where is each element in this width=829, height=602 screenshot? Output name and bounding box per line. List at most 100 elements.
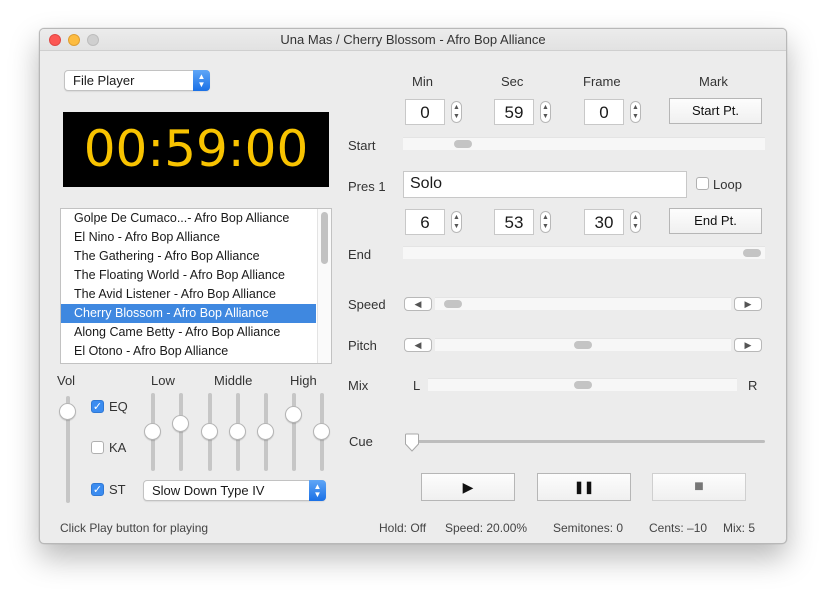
speed-status: Speed: 20.00% (445, 521, 528, 535)
speed-increase-button[interactable]: ▶ (734, 297, 762, 311)
mix-slider-thumb[interactable] (573, 381, 592, 389)
end-label: End (348, 247, 372, 262)
mode-selector-value: Slow Down Type IV (152, 483, 265, 498)
preset-label: Pres 1 (348, 179, 386, 194)
play-icon: ▶ (462, 479, 474, 495)
frame-header: Frame (583, 74, 621, 89)
playlist-item[interactable]: Cherry Blossom - Afro Bop Alliance (61, 304, 316, 323)
speed-slider-thumb[interactable] (444, 300, 463, 308)
mode-selector[interactable]: Slow Down Type IV ▲ ▼ (143, 480, 326, 501)
playlist-item[interactable]: El Otono - Afro Bop Alliance (61, 342, 316, 361)
cue-slider-knob[interactable] (404, 433, 420, 453)
eq-high-label: High (290, 373, 317, 388)
speed-decrease-button[interactable]: ◀ (404, 297, 432, 311)
mix-left-label: L (413, 378, 421, 393)
start-position-track[interactable] (403, 137, 765, 150)
stop-icon: ■ (694, 478, 704, 495)
start-frame-field[interactable]: 0 (584, 99, 624, 125)
pitch-decrease-button[interactable]: ◀ (404, 338, 432, 352)
status-message: Click Play button for playing (60, 521, 209, 535)
app-window: Una Mas / Cherry Blossom - Afro Bop Alli… (39, 28, 787, 544)
st-checkbox[interactable]: ✓ (91, 483, 104, 496)
sec-header: Sec (501, 74, 524, 89)
pitch-slider-track[interactable] (435, 338, 731, 351)
start-min-stepper[interactable]: ▲ ▼ (451, 101, 462, 123)
eq-low-label: Low (151, 373, 175, 388)
pause-button[interactable]: ❚❚ (537, 473, 631, 501)
start-sec-stepper[interactable]: ▲ ▼ (540, 101, 551, 123)
ka-checkbox[interactable] (91, 441, 104, 454)
end-frame-field[interactable]: 30 (584, 209, 624, 235)
end-sec-stepper[interactable]: ▲ ▼ (540, 211, 551, 233)
pitch-increase-button[interactable]: ▶ (734, 338, 762, 352)
playlist-item[interactable]: The Avid Listener - Afro Bop Alliance (61, 285, 316, 304)
loop-checkbox-label: Loop (713, 177, 742, 192)
updown-chevron-icon: ▲ ▼ (193, 70, 210, 91)
eq-band-slider-knob[interactable] (257, 423, 274, 440)
vol-slider-knob[interactable] (59, 403, 76, 421)
eq-band-slider-track[interactable] (292, 393, 296, 471)
start-position-thumb[interactable] (454, 140, 473, 148)
stop-button[interactable]: ■ (652, 473, 746, 501)
eq-checkbox[interactable]: ✓ (91, 400, 104, 413)
end-position-track[interactable] (403, 246, 765, 259)
end-sec-field[interactable]: 53 (494, 209, 534, 235)
playlist-item[interactable]: The Gathering - Afro Bop Alliance (61, 247, 316, 266)
source-selector[interactable]: File Player ▲ ▼ (64, 70, 210, 91)
start-sec-field[interactable]: 59 (494, 99, 534, 125)
playlist-scrollbar[interactable] (317, 209, 331, 363)
eq-band-slider-knob[interactable] (201, 423, 218, 440)
right-arrow-icon: ▶ (744, 340, 752, 350)
scrollbar-thumb[interactable] (321, 212, 328, 264)
semitones-status: Semitones: 0 (553, 521, 624, 535)
pitch-label: Pitch (348, 338, 377, 353)
end-min-stepper[interactable]: ▲ ▼ (451, 211, 462, 233)
eq-checkbox-label: EQ (109, 399, 128, 414)
end-position-thumb[interactable] (743, 249, 761, 257)
time-display: 00:59:00 (63, 112, 329, 187)
cents-status: Cents: –10 (649, 521, 708, 535)
window-title: Una Mas / Cherry Blossom - Afro Bop Alli… (280, 32, 546, 47)
st-checkbox-label: ST (109, 482, 126, 497)
eq-middle-label: Middle (214, 373, 253, 388)
eq-band-slider-knob[interactable] (144, 423, 161, 440)
zoom-window-button[interactable] (87, 34, 99, 46)
eq-band-slider-knob[interactable] (313, 423, 330, 440)
eq-band-slider-knob[interactable] (229, 423, 246, 440)
mark-header: Mark (699, 74, 728, 89)
pitch-slider-thumb[interactable] (574, 341, 592, 349)
loop-checkbox[interactable] (696, 177, 709, 190)
start-min-field[interactable]: 0 (405, 99, 445, 125)
preset-name-input[interactable]: Solo (403, 171, 687, 198)
start-frame-stepper[interactable]: ▲ ▼ (630, 101, 641, 123)
mix-status: Mix: 5 (723, 521, 756, 535)
mix-label: Mix (348, 378, 369, 393)
min-header: Min (412, 74, 433, 89)
playlist-item[interactable]: Along Came Betty - Afro Bop Alliance (61, 323, 316, 342)
source-selector-value: File Player (73, 73, 135, 88)
mix-slider-track[interactable] (428, 378, 737, 391)
cue-slider-track[interactable] (405, 440, 765, 443)
playlist-item[interactable]: The Floating World - Afro Bop Alliance (61, 266, 316, 285)
updown-chevron-icon: ▲ ▼ (309, 480, 326, 501)
hold-status: Hold: Off (379, 521, 427, 535)
speed-slider-track[interactable] (435, 297, 731, 310)
end-pt-button[interactable]: End Pt. (669, 208, 762, 234)
minimize-window-button[interactable] (68, 34, 80, 46)
mix-right-label: R (748, 378, 758, 393)
eq-band-slider-knob[interactable] (285, 405, 302, 423)
playlist-item[interactable]: El Nino - Afro Bop Alliance (61, 228, 316, 247)
start-pt-button[interactable]: Start Pt. (669, 98, 762, 124)
playlist-item[interactable]: Golpe De Cumaco...- Afro Bop Alliance (61, 209, 316, 228)
end-min-field[interactable]: 6 (405, 209, 445, 235)
close-window-button[interactable] (49, 34, 61, 46)
start-label: Start (348, 138, 376, 153)
end-frame-stepper[interactable]: ▲ ▼ (630, 211, 641, 233)
left-arrow-icon: ◀ (414, 340, 422, 350)
eq-band-slider-knob[interactable] (172, 415, 189, 433)
pause-icon: ❚❚ (573, 480, 595, 494)
play-button[interactable]: ▶ (421, 473, 515, 501)
speed-label: Speed (348, 297, 386, 312)
cue-label: Cue (349, 434, 373, 449)
playlist[interactable]: Golpe De Cumaco...- Afro Bop Alliance El … (60, 208, 332, 364)
